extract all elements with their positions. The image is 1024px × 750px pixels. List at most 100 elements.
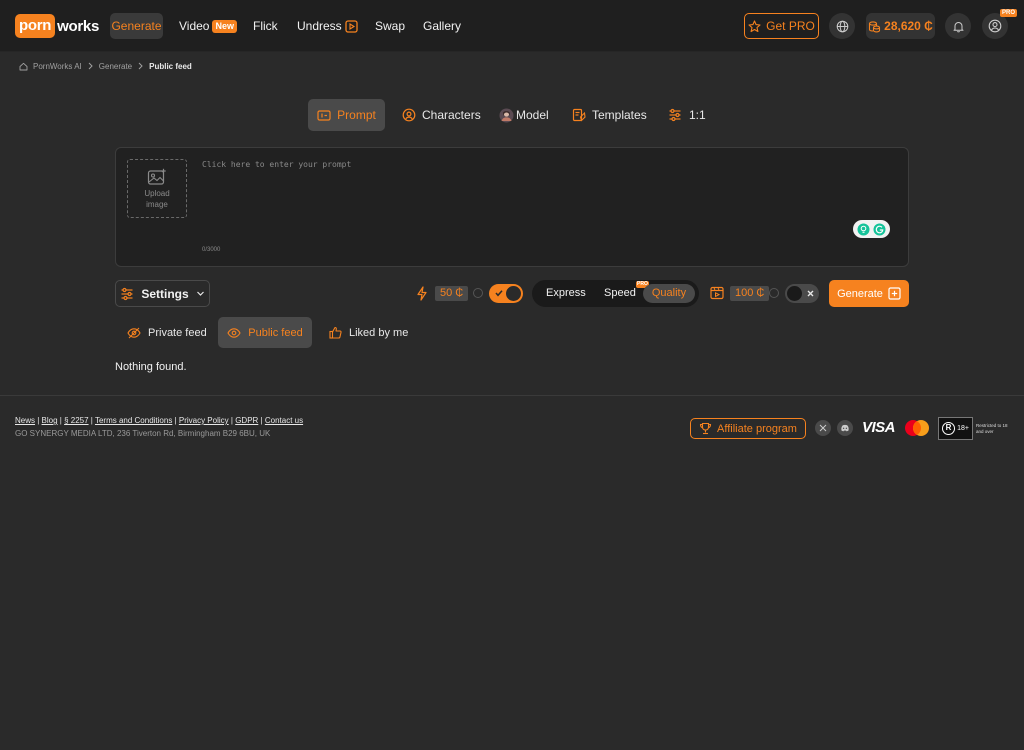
prompt-icon (317, 109, 331, 122)
balance-amount: 28,620 ₵ (884, 19, 933, 33)
rta-text: Restricted to 18 and over (976, 422, 1008, 434)
tab-templates-label: Templates (592, 108, 647, 122)
tab-aspect-ratio[interactable]: 1:1 (668, 99, 706, 131)
generate-label: Generate (837, 287, 883, 300)
help-icon[interactable] (473, 288, 483, 298)
tab-public-feed[interactable]: Public feed (218, 317, 312, 348)
footer-link-terms[interactable]: Terms and Conditions (95, 416, 172, 425)
coins-icon (868, 20, 881, 33)
visa-logo: VISA (862, 419, 896, 436)
grammarly-icon (873, 223, 886, 236)
language-button[interactable] (829, 13, 855, 39)
nav-flick-label: Flick (253, 19, 278, 33)
image-add-icon (147, 168, 167, 186)
footer-link-blog[interactable]: Blog (42, 416, 58, 425)
lightbulb-icon (857, 223, 870, 236)
tab-model-label: Model (516, 108, 549, 122)
help-icon[interactable] (769, 288, 779, 298)
tab-aspect-ratio-label: 1:1 (689, 108, 706, 122)
sliders-icon (668, 108, 682, 122)
grammarly-widget[interactable] (853, 220, 890, 238)
upload-label-line2: image (146, 199, 168, 209)
affiliate-program-button[interactable]: Affiliate program (690, 418, 806, 439)
nav-video-label: Video (179, 19, 210, 33)
footer-link-contact[interactable]: Contact us (265, 416, 303, 425)
chevron-down-icon (196, 290, 205, 297)
new-badge: New (212, 19, 237, 33)
generate-button[interactable]: Generate (829, 280, 909, 307)
plus-square-icon (888, 287, 901, 300)
prompt-area[interactable]: Upload image Click here to enter your pr… (115, 147, 909, 267)
tab-prompt[interactable]: Prompt (308, 99, 385, 131)
globe-icon (836, 20, 849, 33)
video-toggle[interactable] (785, 284, 819, 303)
nav-undress-label: Undress (297, 19, 342, 33)
home-icon (19, 62, 28, 71)
nav-generate[interactable]: Generate (110, 13, 163, 39)
footer-link-2257[interactable]: § 2257 (64, 416, 88, 425)
tab-model[interactable]: Model (499, 99, 549, 131)
affiliate-label: Affiliate program (717, 422, 797, 435)
close-icon (806, 289, 815, 298)
footer-links: News | Blog | § 2257 | Terms and Conditi… (15, 416, 304, 425)
x-social-link[interactable] (815, 420, 831, 436)
get-pro-button[interactable]: Get PRO (744, 13, 819, 39)
breadcrumb-current: Public feed (149, 61, 192, 71)
nav-undress[interactable]: Undress (297, 13, 358, 39)
rta-age: 18+ (957, 425, 969, 432)
nav-swap[interactable]: Swap (375, 13, 405, 39)
discord-social-link[interactable] (837, 420, 853, 436)
breadcrumb-home[interactable]: PornWorks AI (33, 62, 82, 71)
notifications-button[interactable] (945, 13, 971, 39)
fast-mode-toggle[interactable] (489, 284, 523, 303)
user-icon (988, 19, 1002, 33)
model-avatar-icon (499, 108, 514, 123)
empty-feed-message: Nothing found. (115, 361, 187, 373)
footer-link-privacy[interactable]: Privacy Policy (179, 416, 229, 425)
nav-swap-label: Swap (375, 19, 406, 33)
rta-badge: R 18+ (938, 417, 973, 440)
discord-icon (840, 424, 850, 432)
quality-option-express[interactable]: Express (546, 284, 586, 303)
footer-link-gdpr[interactable]: GDPR (235, 416, 258, 425)
quality-option-quality[interactable]: Quality (643, 284, 695, 303)
tab-characters[interactable]: Characters (402, 99, 481, 131)
nav-video[interactable]: Video New (179, 13, 237, 39)
rta-logo-icon: R (942, 422, 956, 435)
upload-image-button[interactable]: Upload image (127, 159, 187, 218)
play-square-icon (345, 19, 358, 33)
tab-prompt-label: Prompt (337, 108, 376, 122)
logo-part-works: works (57, 17, 99, 35)
tab-public-feed-label: Public feed (248, 326, 303, 339)
chevron-right-icon (137, 62, 144, 70)
video-frame-icon (710, 286, 724, 300)
toggle-knob (787, 286, 802, 301)
top-header: porn works Generate Video New Flick Undr… (0, 0, 1024, 52)
video-cost: 100 ₵ (730, 286, 770, 301)
char-counter: 0/3000 (202, 247, 221, 253)
footer-link-news[interactable]: News (15, 416, 35, 425)
tab-liked-by-me[interactable]: Liked by me (329, 317, 408, 348)
quality-option-speed[interactable]: Speed (604, 284, 636, 303)
settings-button[interactable]: Settings (115, 280, 210, 307)
pro-badge: PRO (1000, 9, 1018, 17)
nav-flick[interactable]: Flick (253, 13, 278, 39)
tab-templates[interactable]: Templates (572, 99, 647, 131)
tab-private-feed[interactable]: Private feed (127, 317, 207, 348)
rta-label: R 18+ Restricted to 18 and over (938, 417, 1012, 440)
nav-gallery-label: Gallery (423, 19, 462, 33)
breadcrumb-generate[interactable]: Generate (99, 62, 132, 71)
credit-balance[interactable]: 28,620 ₵ (866, 13, 935, 39)
prompt-input[interactable]: Click here to enter your prompt (202, 160, 351, 169)
logo[interactable]: porn works (15, 13, 99, 39)
toggle-knob (506, 286, 521, 301)
eye-icon (227, 327, 241, 339)
breadcrumb: PornWorks AI Generate Public feed (19, 60, 192, 72)
settings-label: Settings (141, 286, 189, 301)
get-pro-label: Get PRO (766, 19, 815, 33)
trophy-icon (699, 422, 712, 435)
company-address: GO SYNERGY MEDIA LTD, 236 Tiverton Rd, B… (15, 429, 271, 438)
tab-private-feed-label: Private feed (148, 326, 207, 339)
nav-gallery[interactable]: Gallery (423, 13, 461, 39)
mastercard-logo (904, 419, 930, 437)
